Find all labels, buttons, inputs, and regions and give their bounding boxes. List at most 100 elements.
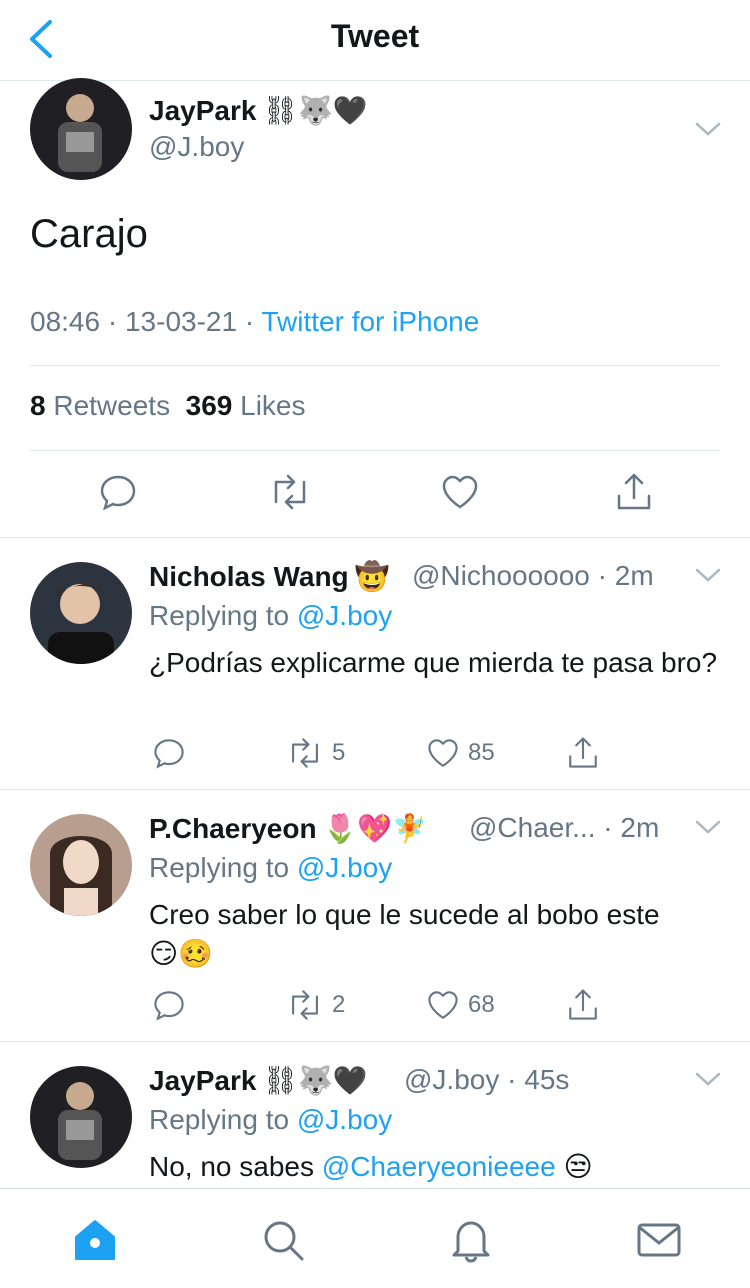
share-button[interactable]: [614, 472, 654, 512]
replying-prefix: Replying to: [149, 600, 290, 631]
divider: [30, 450, 720, 451]
handle-text: @J.boy: [404, 1064, 500, 1095]
reply-text-content: Creo saber lo que le sucede al bobo este: [149, 899, 660, 930]
chevron-down-icon[interactable]: [694, 120, 722, 138]
page-title: Tweet: [330, 18, 420, 54]
heart-icon: [428, 739, 458, 768]
reply-emoji: 😒: [563, 1151, 593, 1182]
name-emoji: 🤠: [354, 561, 390, 592]
like-count: 85: [468, 739, 495, 766]
avatar[interactable]: [30, 1066, 132, 1168]
retweets-label[interactable]: Retweets: [53, 390, 170, 421]
author-handle[interactable]: @J.boy · 45s: [404, 1064, 569, 1096]
like-button[interactable]: [440, 472, 480, 512]
retweet-button[interactable]: [268, 472, 312, 512]
handle-text: @Chaer...: [469, 812, 596, 843]
author-handle[interactable]: @Nichoooooo · 2m: [412, 560, 654, 592]
notifications-icon[interactable]: [446, 1215, 496, 1265]
reply-icon: [100, 475, 136, 511]
like-count: 68: [468, 991, 495, 1018]
like-button[interactable]: 68: [426, 988, 495, 1022]
author-name-text: P.Chaeryeon: [149, 813, 317, 844]
reply-emoji: 😏🥴: [149, 938, 214, 969]
tweet-time: 08:46: [30, 306, 101, 337]
search-icon[interactable]: [258, 1215, 308, 1265]
author-handle[interactable]: @J.boy: [149, 131, 244, 163]
replying-to: Replying to @J.boy: [149, 852, 392, 884]
replying-to: Replying to @J.boy: [149, 600, 392, 632]
handle-text: @Nichoooooo: [412, 560, 590, 591]
author-name-text: Nicholas Wang: [149, 561, 349, 592]
reply-button[interactable]: [152, 988, 186, 1022]
retweet-icon: [274, 474, 306, 510]
avatar[interactable]: [30, 562, 132, 664]
name-emoji: ⛓🐺🖤: [262, 95, 368, 126]
tweet-meta: 08:46 · 13-03-21 · Twitter for iPhone: [30, 306, 480, 337]
reply-time: 2m: [620, 812, 660, 843]
author-name[interactable]: JayPark ⛓🐺🖤: [149, 94, 368, 127]
retweet-icon: [292, 990, 318, 1020]
top-bar: Tweet: [0, 0, 750, 81]
divider: [0, 789, 750, 790]
author-handle[interactable]: @Chaer... · 2m: [469, 812, 659, 844]
tweet-source-link[interactable]: Twitter for iPhone: [261, 306, 479, 337]
mention-link[interactable]: @J.boy: [297, 852, 392, 883]
share-icon: [569, 989, 597, 1020]
like-button[interactable]: 85: [426, 736, 495, 770]
heart-icon: [428, 991, 458, 1020]
likes-count[interactable]: 369: [186, 390, 233, 421]
reply-text-content: No, no sabes: [149, 1151, 314, 1182]
share-icon: [569, 737, 597, 768]
reply-icon: [154, 991, 184, 1021]
replying-prefix: Replying to: [149, 852, 290, 883]
retweet-count: 5: [332, 739, 346, 766]
name-emoji: ⛓🐺🖤: [262, 1065, 368, 1096]
mention-link[interactable]: @J.boy: [297, 600, 392, 631]
reply-actions: 5 85: [30, 736, 720, 786]
mention-link[interactable]: @Chaeryeonieeee: [322, 1151, 556, 1182]
replying-prefix: Replying to: [149, 1104, 290, 1135]
replying-to: Replying to @J.boy: [149, 1104, 392, 1136]
reply-text: ¿Podrías explicarme que mierda te pasa b…: [149, 647, 718, 678]
avatar[interactable]: [30, 78, 132, 180]
retweet-button[interactable]: 2: [286, 988, 345, 1022]
mention-link[interactable]: @J.boy: [297, 1104, 392, 1135]
name-emoji: 🌷💖🧚: [322, 813, 428, 844]
divider: [0, 1041, 750, 1042]
chevron-down-icon[interactable]: [694, 1070, 722, 1088]
author-name-text: JayPark: [149, 1065, 257, 1096]
share-button[interactable]: [566, 736, 600, 770]
tweet-date: 13-03-21: [124, 306, 238, 337]
tweet-text: Carajo: [30, 212, 148, 256]
tweet-actions: [30, 472, 720, 522]
chevron-down-icon[interactable]: [694, 818, 722, 836]
home-icon[interactable]: [70, 1215, 120, 1265]
author-name-text: JayPark: [149, 95, 257, 126]
share-icon: [617, 473, 651, 510]
retweets-count[interactable]: 8: [30, 390, 46, 421]
reply-time: 2m: [614, 560, 654, 591]
reply-button[interactable]: [98, 472, 138, 512]
retweet-icon: [292, 738, 318, 768]
messages-icon[interactable]: [634, 1215, 684, 1265]
tab-bar: [0, 1188, 750, 1288]
share-button[interactable]: [566, 988, 600, 1022]
avatar[interactable]: [30, 814, 132, 916]
author-name[interactable]: Nicholas Wang 🤠: [149, 560, 390, 593]
reply-text: Creo saber lo que le sucede al bobo este…: [149, 895, 719, 973]
reply-icon: [154, 739, 184, 769]
retweet-count: 2: [332, 991, 346, 1018]
reply-time: 45s: [524, 1064, 570, 1095]
author-name[interactable]: JayPark ⛓🐺🖤: [149, 1064, 368, 1097]
likes-label[interactable]: Likes: [240, 390, 305, 421]
reply-button[interactable]: [152, 736, 186, 770]
divider: [30, 365, 720, 366]
heart-icon: [442, 475, 478, 509]
reply-actions: 2 68: [30, 988, 720, 1038]
chevron-down-icon[interactable]: [694, 566, 722, 584]
retweet-button[interactable]: 5: [286, 736, 345, 770]
author-name[interactable]: P.Chaeryeon 🌷💖🧚: [149, 812, 427, 845]
tweet-stats: 8 Retweets 369 Likes: [30, 390, 306, 422]
reply-text: No, no sabes @Chaeryeonieeee 😒: [149, 1147, 719, 1186]
divider: [0, 537, 750, 538]
